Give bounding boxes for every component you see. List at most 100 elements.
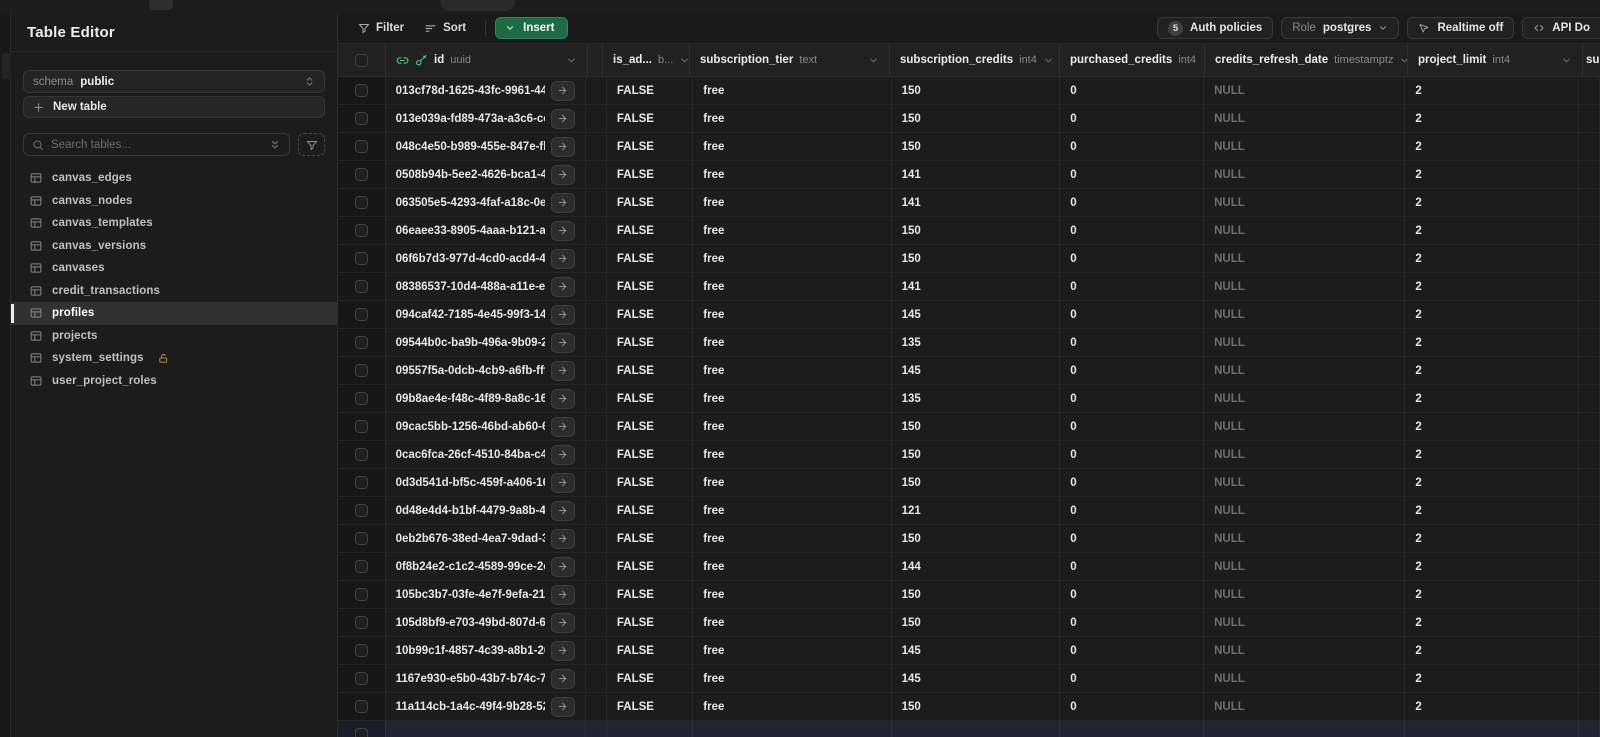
id-cell[interactable]: 063505e5-4293-4faf-a18c-0e65b... [386, 189, 586, 216]
project-limit-cell[interactable]: 2 [1405, 273, 1579, 300]
purchased-credits-cell[interactable]: 0 [1060, 665, 1205, 692]
subscription-credits-cell[interactable]: 144 [892, 553, 1061, 580]
purchased-credits-cell[interactable]: 0 [1060, 441, 1205, 468]
is-admin-cell[interactable]: FALSE [607, 525, 694, 552]
expand-row-button[interactable] [550, 696, 575, 717]
expand-row-button[interactable] [550, 612, 575, 633]
project-limit-cell[interactable]: 2 [1405, 105, 1579, 132]
id-cell[interactable]: 06f6b7d3-977d-4cd0-acd4-4a78... [386, 245, 586, 272]
is-admin-cell[interactable]: FALSE [607, 357, 694, 384]
subscription-tier-cell[interactable]: free [693, 581, 892, 608]
credits-refresh-date-cell[interactable]: NULL [1204, 189, 1406, 216]
insert-button[interactable]: Insert [495, 17, 569, 39]
column-header-is-admin[interactable]: is_ad... b... [603, 44, 690, 76]
is-admin-cell[interactable]: FALSE [607, 413, 694, 440]
overflow-cell[interactable]: N [1579, 245, 1600, 272]
project-limit-cell[interactable]: 2 [1405, 441, 1579, 468]
id-cell[interactable]: 06eaee33-8905-4aaa-b121-ab552... [386, 217, 586, 244]
expand-row-button[interactable] [550, 472, 575, 493]
clipped-cell[interactable]: X [586, 693, 607, 720]
credits-refresh-date-cell[interactable]: NULL [1204, 413, 1406, 440]
expand-row-button[interactable] [550, 164, 575, 185]
id-cell[interactable]: 0f8b24e2-c1c2-4589-99ce-2c52d... [386, 553, 586, 580]
chevron-down-icon[interactable] [1399, 55, 1408, 66]
expand-row-button[interactable] [550, 192, 575, 213]
project-limit-cell[interactable]: 2 [1405, 217, 1579, 244]
overflow-cell[interactable]: N [1579, 665, 1600, 692]
subscription-credits-cell[interactable]: 145 [892, 301, 1061, 328]
purchased-credits-cell[interactable]: 0 [1060, 637, 1205, 664]
id-cell[interactable]: 09544b0c-ba9b-496a-9b09-244... [386, 329, 586, 356]
chevrons-down-icon[interactable] [269, 139, 281, 151]
expand-row-button[interactable] [550, 500, 575, 521]
project-limit-cell[interactable]: 2 [1405, 581, 1579, 608]
subscription-tier-cell[interactable]: free [693, 77, 892, 104]
subscription-credits-cell[interactable]: 121 [892, 497, 1061, 524]
credits-refresh-date-cell[interactable]: NULL [1204, 133, 1406, 160]
overflow-cell[interactable]: N [1579, 301, 1600, 328]
subscription-credits-cell[interactable]: 150 [892, 441, 1061, 468]
clipped-cell[interactable]: 0 [586, 665, 607, 692]
clipped-cell[interactable]: 0 [586, 273, 607, 300]
purchased-credits-cell[interactable]: 0 [1060, 217, 1205, 244]
overflow-cell[interactable]: N [1579, 413, 1600, 440]
expand-row-button[interactable] [550, 332, 575, 353]
column-header-clipped[interactable] [588, 44, 603, 76]
is-admin-cell[interactable]: FALSE [607, 637, 694, 664]
id-cell[interactable]: 08386537-10d4-488a-a11e-eb5a6... [386, 273, 586, 300]
row-checkbox[interactable] [354, 280, 368, 293]
id-cell[interactable]: 094caf42-7185-4e45-99f3-14abee... [386, 301, 586, 328]
credits-refresh-date-cell[interactable]: NULL [1204, 329, 1406, 356]
is-admin-cell[interactable]: FALSE [607, 581, 694, 608]
project-limit-cell[interactable]: 2 [1405, 665, 1579, 692]
auth-policies-button[interactable]: 5 Auth policies [1157, 17, 1274, 39]
overflow-cell[interactable]: N [1579, 273, 1600, 300]
schema-select[interactable]: schema public [23, 70, 325, 93]
project-limit-cell[interactable]: 2 [1405, 189, 1579, 216]
overflow-cell[interactable]: N [1579, 441, 1600, 468]
clipped-cell[interactable]: 0 [586, 217, 607, 244]
sidebar-item-projects[interactable]: projects [11, 325, 337, 348]
subscription-credits-cell[interactable]: 150 [892, 77, 1061, 104]
project-limit-cell[interactable]: 2 [1405, 245, 1579, 272]
credits-refresh-date-cell[interactable]: NULL [1204, 609, 1406, 636]
chevron-down-icon[interactable] [566, 55, 577, 66]
id-cell[interactable]: 09557f5a-0dcb-4cb9-a6fb-fff366... [386, 357, 586, 384]
row-checkbox[interactable] [354, 364, 368, 377]
expand-row-button[interactable] [550, 556, 575, 577]
subscription-credits-cell[interactable]: 150 [892, 217, 1061, 244]
project-limit-cell[interactable]: 2 [1405, 525, 1579, 552]
is-admin-cell[interactable]: FALSE [607, 105, 694, 132]
expand-row-button[interactable] [550, 108, 575, 129]
chevron-down-icon[interactable] [868, 55, 879, 66]
select-all-checkbox[interactable] [355, 53, 368, 67]
credits-refresh-date-cell[interactable]: NULL [1204, 441, 1406, 468]
id-cell[interactable]: 105bc3b7-03fe-4e7f-9efa-21bb40... [386, 581, 586, 608]
subscription-tier-cell[interactable]: free [693, 357, 892, 384]
subscription-credits-cell[interactable]: 145 [892, 637, 1061, 664]
id-cell[interactable]: 048c4e50-b989-455e-847e-fb2f... [386, 133, 586, 160]
purchased-credits-cell[interactable]: 0 [1060, 413, 1205, 440]
sidebar-item-canvas_nodes[interactable]: canvas_nodes [11, 190, 337, 213]
credits-refresh-date-cell[interactable]: NULL [1204, 693, 1406, 720]
id-cell[interactable]: 0d48e4d4-b1bf-4479-9a8b-4a4b... [386, 497, 586, 524]
subscription-tier-cell[interactable]: free [693, 301, 892, 328]
subscription-credits-cell[interactable]: 150 [892, 693, 1061, 720]
purchased-credits-cell[interactable]: 0 [1060, 245, 1205, 272]
is-admin-cell[interactable]: FALSE [607, 161, 694, 188]
subscription-tier-cell[interactable]: free [693, 273, 892, 300]
row-checkbox[interactable] [354, 560, 368, 573]
row-checkbox[interactable] [354, 392, 368, 405]
subscription-credits-cell[interactable]: 135 [892, 329, 1061, 356]
clipped-cell[interactable]: X [586, 385, 607, 412]
overflow-cell[interactable]: N [1579, 497, 1600, 524]
sidebar-item-credit_transactions[interactable]: credit_transactions [11, 280, 337, 303]
overflow-cell[interactable]: N [1579, 693, 1600, 720]
subscription-credits-cell[interactable]: 145 [892, 357, 1061, 384]
row-checkbox[interactable] [354, 336, 368, 349]
overflow-cell[interactable]: N [1579, 553, 1600, 580]
clipped-cell[interactable]: 0 [586, 357, 607, 384]
clipped-cell[interactable]: -0 [586, 161, 607, 188]
expand-row-button[interactable] [550, 360, 575, 381]
purchased-credits-cell[interactable]: 0 [1060, 357, 1205, 384]
